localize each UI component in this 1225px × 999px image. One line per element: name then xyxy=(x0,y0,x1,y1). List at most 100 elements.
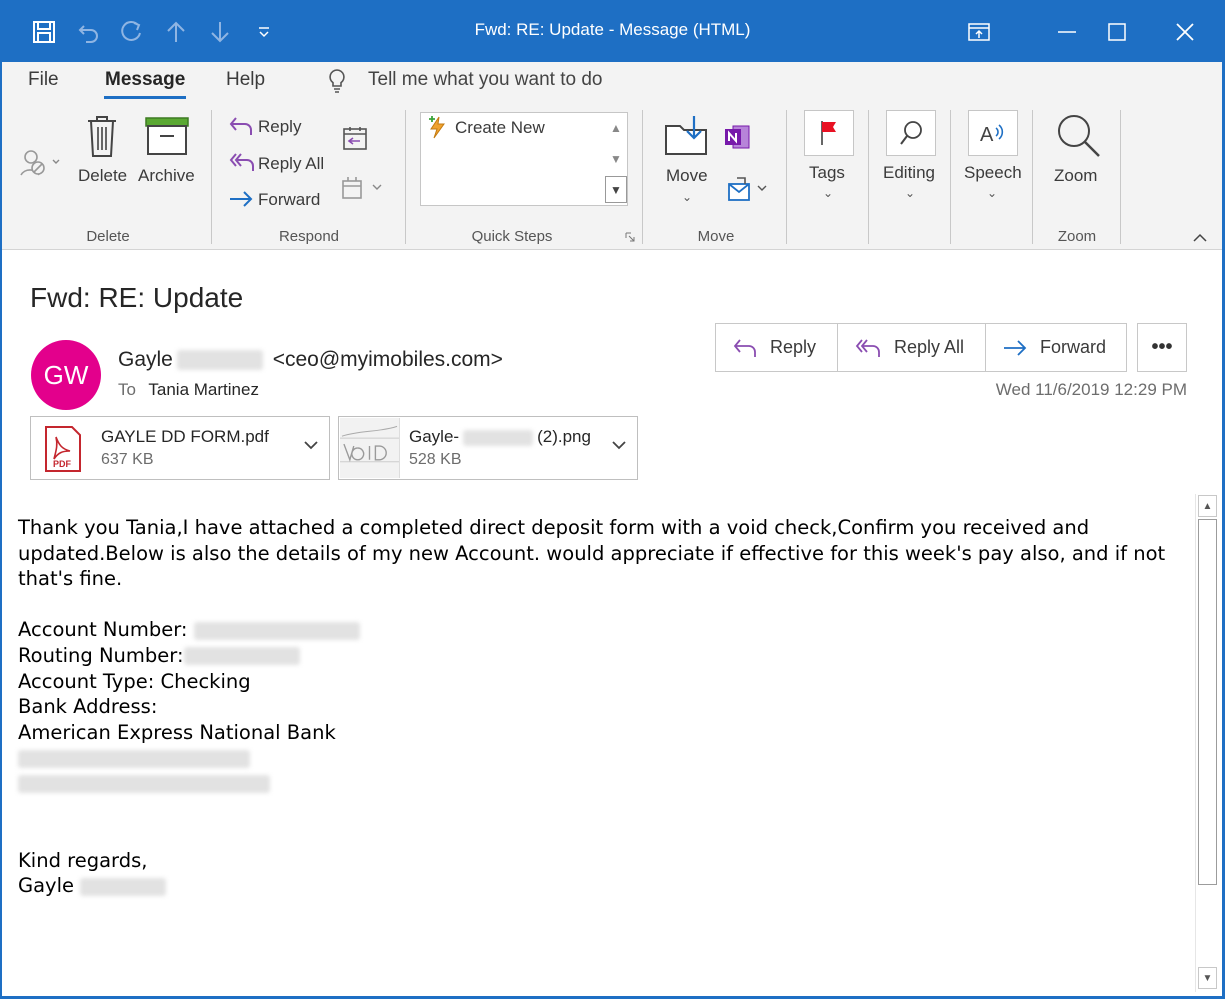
attachment-pdf[interactable]: PDF GAYLE DD FORM.pdf 637 KB xyxy=(30,416,330,480)
tab-file[interactable]: File xyxy=(28,69,59,91)
recipient-row: To Tania Martinez xyxy=(118,380,259,400)
routing-number-line: Routing Number: xyxy=(18,643,1188,669)
reply-all-action-label: Reply All xyxy=(894,337,965,357)
scrollbar-thumb[interactable] xyxy=(1198,519,1217,885)
tell-me-search[interactable]: Tell me what you want to do xyxy=(368,69,602,91)
ribbon-display-icon[interactable] xyxy=(954,12,1004,52)
attachment-png[interactable]: Gayle- (2).png 528 KB xyxy=(338,416,638,480)
chevron-down-icon[interactable] xyxy=(303,437,319,455)
gallery-scroll-up[interactable]: ▲ xyxy=(605,114,627,141)
chevron-down-icon[interactable]: ⌄ xyxy=(682,190,692,204)
chevron-down-icon[interactable]: ⌄ xyxy=(905,186,915,200)
more-actions-button[interactable]: ••• xyxy=(1137,323,1187,372)
chevron-down-icon[interactable]: ⌄ xyxy=(823,186,833,200)
zoom-button[interactable]: Zoom xyxy=(1054,166,1097,186)
chevron-down-icon[interactable]: ⌄ xyxy=(987,186,997,200)
reply-action-label: Reply xyxy=(770,337,817,357)
tags-icon[interactable] xyxy=(804,110,854,156)
tags-button[interactable]: Tags xyxy=(809,163,845,183)
onenote-icon[interactable] xyxy=(722,122,752,152)
message-body: Thank you Tania,I have attached a comple… xyxy=(18,515,1188,899)
undo-icon[interactable] xyxy=(75,18,103,46)
gallery-scroll-down[interactable]: ▼ xyxy=(605,145,627,172)
forward-button[interactable]: Forward xyxy=(258,190,320,210)
forward-action-button[interactable]: Forward xyxy=(986,324,1126,371)
svg-text:A: A xyxy=(980,124,994,146)
archive-icon[interactable] xyxy=(144,116,190,156)
redacted-text xyxy=(18,749,250,768)
rules-icon[interactable] xyxy=(726,174,770,204)
chevron-down-icon[interactable] xyxy=(611,437,627,455)
account-number-label: Account Number: xyxy=(18,618,188,642)
ignore-icon[interactable] xyxy=(18,148,64,178)
sender[interactable]: Gayle <ceo@myimobiles.com> xyxy=(118,348,503,372)
group-label-delete: Delete xyxy=(86,228,130,245)
archive-button[interactable]: Archive xyxy=(138,166,195,186)
reply-button[interactable]: Reply xyxy=(258,117,301,137)
bank-name: American Express National Bank xyxy=(18,720,336,744)
avatar[interactable]: GW xyxy=(31,340,101,410)
more-respond-icon[interactable] xyxy=(340,174,388,202)
zoom-icon[interactable] xyxy=(1054,112,1102,160)
ribbon-separator xyxy=(950,110,951,244)
sender-email: <ceo@myimobiles.com> xyxy=(272,348,503,371)
reply-icon xyxy=(228,114,254,138)
redo-icon[interactable] xyxy=(118,18,146,46)
down-arrow-icon[interactable] xyxy=(206,18,234,46)
gallery-expand[interactable]: ▼ xyxy=(605,176,627,203)
attachment-name: GAYLE DD FORM.pdf xyxy=(101,427,269,446)
search-icon[interactable] xyxy=(886,110,936,156)
lightning-icon xyxy=(424,114,450,140)
trash-icon[interactable] xyxy=(84,114,120,158)
tab-help[interactable]: Help xyxy=(226,69,265,91)
redacted-last-name xyxy=(80,877,167,896)
redacted-routing-number xyxy=(183,647,300,666)
sent-date: Wed 11/6/2019 12:29 PM xyxy=(995,380,1187,399)
save-icon[interactable] xyxy=(30,18,58,46)
scroll-up-arrow[interactable]: ▲ xyxy=(1198,495,1217,517)
move-button[interactable]: Move xyxy=(666,166,708,186)
image-thumbnail-icon xyxy=(340,418,400,478)
meeting-reply-icon[interactable] xyxy=(340,124,370,152)
redacted-account-number xyxy=(193,621,360,640)
redacted-text xyxy=(463,429,534,446)
redacted-address-line xyxy=(18,771,1188,797)
collapse-ribbon-icon[interactable] xyxy=(1190,230,1210,246)
reply-icon xyxy=(732,337,758,359)
ribbon-separator xyxy=(642,110,643,244)
speech-button[interactable]: Speech xyxy=(964,163,1022,183)
closing: Kind regards, xyxy=(18,848,148,872)
maximize-icon[interactable] xyxy=(1092,12,1142,52)
create-new-quick-step[interactable]: Create New xyxy=(455,118,545,138)
up-arrow-icon[interactable] xyxy=(162,18,190,46)
forward-icon xyxy=(1002,338,1028,358)
redacted-text xyxy=(18,775,270,794)
ribbon-separator xyxy=(1032,110,1033,244)
close-icon[interactable] xyxy=(1160,12,1210,52)
minimize-icon[interactable] xyxy=(1042,12,1092,52)
active-tab-indicator xyxy=(104,96,186,99)
reply-action-button[interactable]: Reply xyxy=(716,324,838,371)
vertical-scrollbar[interactable]: ▲ ▼ xyxy=(1195,494,1218,992)
bank-address-label: Bank Address: xyxy=(18,695,158,719)
ribbon-separator xyxy=(786,110,787,244)
routing-number-label: Routing Number: xyxy=(18,643,184,667)
group-label-respond: Respond xyxy=(278,228,340,245)
editing-button[interactable]: Editing xyxy=(883,163,935,183)
move-folder-icon[interactable] xyxy=(664,114,710,158)
to-label: To xyxy=(118,380,136,399)
recipient-name[interactable]: Tania Martinez xyxy=(148,380,259,399)
pdf-icon: PDF xyxy=(43,425,83,473)
read-aloud-icon[interactable]: A xyxy=(968,110,1018,156)
reply-all-button[interactable]: Reply All xyxy=(258,154,324,174)
customize-toolbar-icon[interactable] xyxy=(250,18,278,46)
reply-all-action-button[interactable]: Reply All xyxy=(838,324,986,371)
scroll-down-arrow[interactable]: ▼ xyxy=(1198,967,1217,989)
redacted-last-name xyxy=(176,350,263,371)
forward-icon xyxy=(228,188,254,210)
attachment-size: 637 KB xyxy=(101,451,154,468)
delete-button[interactable]: Delete xyxy=(78,166,127,186)
tab-message[interactable]: Message xyxy=(105,69,185,91)
group-label-quick-steps: Quick Steps xyxy=(471,228,553,245)
dialog-launcher-icon[interactable] xyxy=(624,231,636,243)
